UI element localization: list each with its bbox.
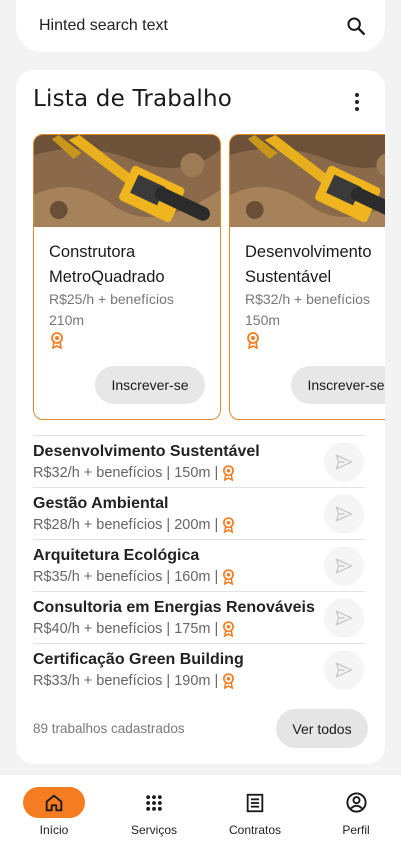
page-title: Lista de Trabalho (33, 86, 233, 112)
list-item[interactable]: Desenvolvimento Sustentável R$32/h + ben… (33, 435, 365, 487)
job-title: Arquitetura Ecológica (33, 547, 200, 564)
card-title: Desenvolvimento Sustentável (245, 243, 372, 286)
send-icon[interactable] (324, 442, 364, 482)
nav-label: Contratos (228, 823, 282, 837)
featured-job-card[interactable]: Construtora MetroQuadrado R$25/h + benef… (33, 134, 221, 420)
excavator-image (34, 135, 220, 227)
list-item[interactable]: Certificação Green Building R$33/h + ben… (33, 643, 365, 695)
job-meta-text: R$35/h + benefícios | 160m | (33, 569, 219, 585)
award-icon (223, 465, 235, 481)
job-title: Consultoria em Energias Renováveis (33, 599, 315, 616)
search-icon[interactable] (345, 15, 367, 37)
list-item[interactable]: Arquitetura Ecológica R$35/h + benefício… (33, 539, 365, 591)
award-icon (223, 517, 235, 533)
job-meta: R$33/h + benefícios | 190m | (33, 673, 235, 689)
award-icon (247, 332, 259, 349)
featured-jobs-carousel[interactable]: Construtora MetroQuadrado R$25/h + benef… (33, 134, 385, 420)
job-meta-text: R$28/h + benefícios | 200m | (33, 517, 219, 533)
bottom-navigation: Início Serviços Contratos Perfil (0, 775, 401, 845)
job-meta: R$35/h + benefícios | 160m | (33, 569, 235, 585)
job-meta: R$40/h + benefícios | 175m | (33, 621, 235, 637)
jobs-count: 89 trabalhos cadastrados (33, 721, 185, 736)
job-list-panel: Lista de Trabalho Construtora MetroQuadr… (16, 70, 385, 764)
search-input[interactable] (39, 17, 345, 35)
account-circle-icon (345, 792, 367, 813)
send-icon[interactable] (324, 546, 364, 586)
nav-item-services[interactable]: Serviços (104, 775, 204, 845)
apply-button[interactable]: Inscrever-se (95, 366, 205, 404)
more-vertical-icon[interactable] (346, 90, 368, 114)
list-item[interactable]: Consultoria em Energias Renováveis R$40/… (33, 591, 365, 643)
nav-item-profile[interactable]: Perfil (306, 775, 401, 845)
apps-grid-icon (146, 794, 162, 811)
send-icon[interactable] (324, 494, 364, 534)
award-icon (223, 673, 235, 689)
nav-label: Perfil (342, 823, 370, 837)
job-meta-text: R$33/h + benefícios | 190m | (33, 673, 219, 689)
award-icon (223, 569, 235, 585)
card-pay: R$32/h + benefícios (245, 291, 370, 307)
nav-label: Serviços (130, 823, 177, 837)
job-title: Desenvolvimento Sustentável (33, 443, 260, 460)
list-item[interactable]: Gestão Ambiental R$28/h + benefícios | 2… (33, 487, 365, 539)
nav-item-contracts[interactable]: Contratos (205, 775, 305, 845)
document-list-icon (246, 793, 264, 812)
excavator-image (230, 135, 385, 227)
apply-button[interactable]: Inscrever-se (291, 366, 385, 404)
job-list: Desenvolvimento Sustentável R$32/h + ben… (33, 435, 365, 695)
award-icon (223, 621, 235, 637)
send-icon[interactable] (324, 598, 364, 638)
see-all-button[interactable]: Ver todos (276, 709, 368, 748)
job-meta: R$32/h + benefícios | 150m | (33, 465, 235, 481)
search-bar[interactable] (16, 0, 385, 52)
card-distance: 150m (245, 312, 281, 328)
card-distance: 210m (49, 312, 85, 328)
nav-label: Início (39, 823, 69, 837)
job-title: Certificação Green Building (33, 651, 244, 668)
card-pay: R$25/h + benefícios (49, 291, 174, 307)
job-meta-text: R$40/h + benefícios | 175m | (33, 621, 219, 637)
send-icon[interactable] (324, 650, 364, 690)
job-meta: R$28/h + benefícios | 200m | (33, 517, 235, 533)
award-icon (51, 332, 63, 349)
nav-item-home[interactable]: Início (4, 775, 104, 845)
job-title: Gestão Ambiental (33, 495, 169, 512)
home-icon (45, 794, 63, 811)
featured-job-card[interactable]: Desenvolvimento Sustentável R$32/h + ben… (229, 134, 385, 420)
card-title: Construtora MetroQuadrado (49, 243, 165, 286)
job-meta-text: R$32/h + benefícios | 150m | (33, 465, 219, 481)
